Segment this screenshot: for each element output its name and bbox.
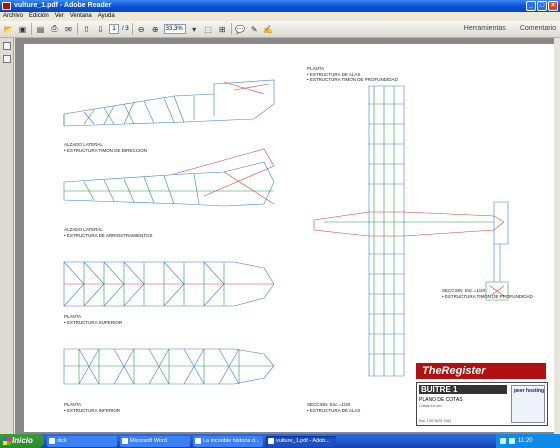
sponsor-badge-text: peer hosting (514, 388, 545, 394)
drawing-scale-note: Cotas en cm. (419, 403, 443, 408)
comment-icon[interactable]: 💬 (235, 24, 246, 35)
create-pdf-icon[interactable]: ▣ (17, 24, 28, 35)
network-icon[interactable] (500, 438, 506, 444)
side-elevation-bracing (63, 148, 275, 207)
next-page-icon[interactable]: ⇩ (95, 24, 106, 35)
menu-ventana[interactable]: Ventana (70, 12, 92, 21)
taskbar-item-dick[interactable]: dick (47, 435, 117, 447)
zoom-level-input[interactable]: 33,3% (163, 24, 186, 34)
volume-icon[interactable] (509, 438, 515, 444)
adobe-reader-window: vulture_1.pdf - Adobe Reader _ □ × Archi… (0, 0, 560, 448)
highlight-icon[interactable]: ✎ (249, 24, 260, 35)
save-icon[interactable]: ▤ (35, 24, 46, 35)
sponsor-badge: peer hosting (511, 385, 545, 423)
previous-page-icon[interactable]: ⇧ (81, 24, 92, 35)
windows-taskbar: Inicio dick Microsoft Word La increible … (0, 434, 560, 448)
tools-link[interactable]: Herramientas (464, 25, 506, 32)
label-section-tail: SECCION Esc.=1/20 • ESTRUCTURA TIMON DE … (442, 288, 533, 299)
label-plan-upper: PLANTA • ESTRUCTURA SUPERIOR (64, 314, 123, 325)
fit-width-icon[interactable]: ⊞ (217, 24, 228, 35)
page-total: / 3 (122, 26, 129, 32)
label-side-elevation-rudder: ALZADO LATERAL • ESTRUCTURA TIMON DE DIR… (64, 142, 147, 153)
window-title: vulture_1.pdf - Adobe Reader (14, 2, 112, 9)
menu-ayuda[interactable]: Ayuda (98, 12, 115, 21)
open-icon[interactable]: 📂 (3, 24, 14, 35)
toolbar-separator (31, 23, 32, 35)
drawing-name: BUITRE 1 (419, 385, 507, 394)
taskbar-item-adobe-reader[interactable]: vulture_1.pdf - Adob... (266, 435, 336, 447)
label-plan-lower: PLANTA • ESTRUCTURA INFERIOR (64, 402, 121, 413)
page-thumbnails-icon[interactable] (3, 42, 11, 50)
toolbar-separator (230, 23, 232, 35)
zoom-out-icon[interactable]: ⊖ (136, 24, 147, 35)
page-number-input[interactable]: 1 (109, 24, 119, 34)
toolbar: 📂 ▣ ▤ ⎙ ✉ ⇧ ⇩ 1 / 3 ⊖ ⊕ 33,3% ▾ ⬚ ⊞ 💬 ✎ … (0, 21, 560, 38)
comment-link[interactable]: Comentario (520, 25, 556, 32)
zoom-dropdown-icon[interactable]: ▾ (189, 24, 200, 35)
attachments-icon[interactable] (3, 55, 11, 63)
fit-page-icon[interactable]: ⬚ (203, 24, 214, 35)
label-side-elevation-bracing: ALZADO LATERAL • ESTRUCTURA DE ARRIOSTRA… (64, 227, 153, 238)
vertical-scrollbar[interactable] (554, 38, 560, 434)
label-plan-wings: PLANTA • ESTRUCTURA DE ALAS • ESTRUCTURA… (307, 66, 398, 82)
plan-lower-structure (63, 348, 275, 385)
adobe-reader-icon (2, 2, 11, 10)
browser-icon (195, 437, 201, 444)
taskbar-item-word[interactable]: Microsoft Word (120, 435, 190, 447)
label-section-wings: SECCION Esc.=1/20 • ESTRUCTURA DE ALAS (307, 402, 361, 413)
windows-flag-icon (3, 437, 11, 445)
minimize-button[interactable]: _ (526, 1, 536, 11)
adobe-reader-icon (268, 437, 274, 444)
drawing-footer: Esc. 1/20 NOV. 2011 (419, 419, 452, 423)
the-register-logo: TheRegister (416, 363, 546, 379)
taskbar-item-browser[interactable]: La increible historia d... (193, 435, 263, 447)
drawing-title-block: BUITRE 1 PLANO DE COTAS Cotas en cm. Esc… (416, 382, 548, 426)
plan-upper-structure (63, 261, 275, 307)
menu-edicion[interactable]: Edición (29, 12, 49, 21)
title-bar: vulture_1.pdf - Adobe Reader _ □ × (0, 0, 560, 12)
side-elevation-rudder (63, 79, 275, 127)
close-button[interactable]: × (548, 1, 558, 11)
print-icon[interactable]: ⎙ (49, 24, 60, 35)
email-icon[interactable]: ✉ (63, 24, 74, 35)
menu-ver[interactable]: Ver (55, 12, 64, 21)
start-label: Inicio (12, 436, 33, 445)
clock: 11:20 (518, 438, 533, 444)
navigation-pane (0, 38, 14, 434)
maximize-button[interactable]: □ (537, 1, 547, 11)
menu-archivo[interactable]: Archivo (3, 12, 23, 21)
document-area[interactable]: ALZADO LATERAL • ESTRUCTURA TIMON DE DIR… (15, 38, 555, 434)
plan-wings (313, 85, 509, 377)
start-button[interactable]: Inicio (0, 434, 44, 448)
word-icon (122, 437, 128, 444)
folder-icon (49, 437, 55, 444)
toolbar-separator (77, 23, 78, 35)
zoom-in-icon[interactable]: ⊕ (150, 24, 161, 35)
sign-icon[interactable]: ✍ (263, 24, 274, 35)
system-tray: 11:20 (496, 434, 560, 448)
toolbar-separator (131, 23, 133, 35)
menu-bar: Archivo Edición Ver Ventana Ayuda (0, 12, 560, 21)
pdf-page: ALZADO LATERAL • ESTRUCTURA TIMON DE DIR… (24, 44, 554, 432)
